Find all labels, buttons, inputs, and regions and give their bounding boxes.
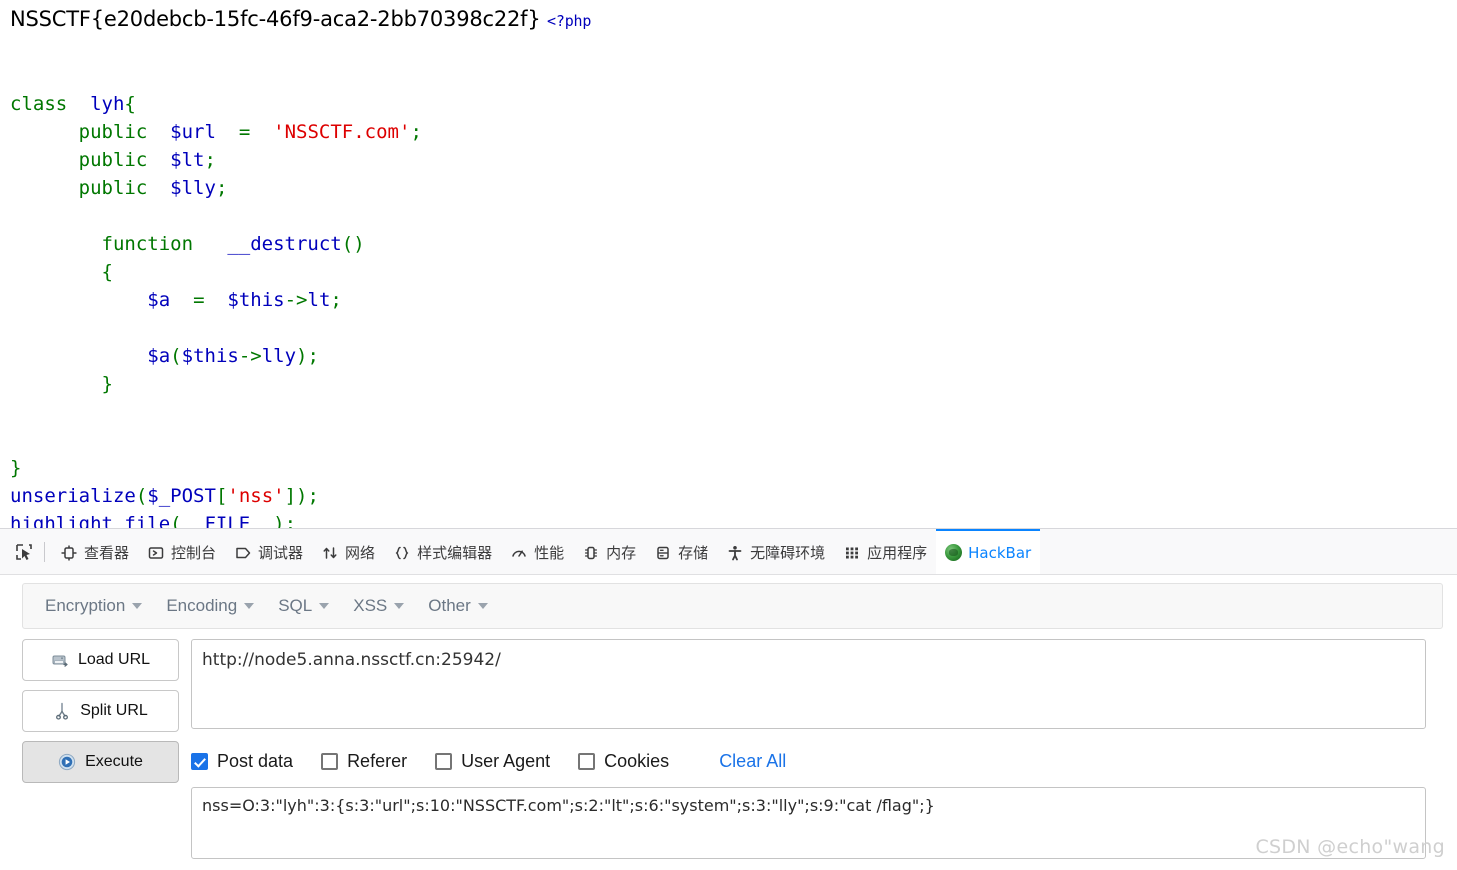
tab-label: 样式编辑器 bbox=[417, 544, 493, 562]
option-label: User Agent bbox=[461, 750, 551, 771]
split-url-button[interactable]: Split URL bbox=[22, 690, 179, 732]
tab-label: 无障碍环境 bbox=[750, 544, 826, 562]
button-label: Execute bbox=[85, 753, 143, 770]
option-label: Referer bbox=[347, 750, 408, 771]
chevron-down-icon bbox=[132, 603, 143, 609]
chevron-down-icon bbox=[319, 603, 330, 609]
tab-debugger[interactable]: 调试器 bbox=[225, 529, 312, 574]
checkbox-post-data[interactable] bbox=[191, 752, 208, 770]
flag-line: NSSCTF{e20debcb-15fc-46f9-aca2-2bb70398c… bbox=[10, 7, 591, 31]
style-editor-icon bbox=[393, 544, 411, 562]
play-circle-icon bbox=[58, 753, 76, 771]
tab-network[interactable]: 网络 bbox=[312, 529, 384, 574]
tab-accessibility[interactable]: 无障碍环境 bbox=[717, 529, 834, 574]
console-icon bbox=[147, 544, 165, 562]
devtools-tabbar: 查看器 控制台 调试器 网络 样式编辑器 性能 内存 存储 无障碍环境 应用程序… bbox=[0, 529, 1457, 575]
tab-inspector[interactable]: 查看器 bbox=[51, 529, 138, 574]
tab-memory[interactable]: 内存 bbox=[573, 529, 645, 574]
tab-label: 调试器 bbox=[258, 544, 304, 562]
application-icon bbox=[843, 544, 861, 562]
chevron-down-icon bbox=[244, 603, 255, 609]
option-label: Post data bbox=[217, 750, 294, 771]
checkbox-referer[interactable] bbox=[321, 752, 339, 770]
php-open-tag: <?php bbox=[547, 12, 592, 30]
php-code-block: class lyh{ public $url = 'NSSCTF.com'; p… bbox=[10, 93, 422, 528]
menu-label: Encryption bbox=[45, 596, 126, 615]
tab-style-editor[interactable]: 样式编辑器 bbox=[384, 529, 501, 574]
tab-storage[interactable]: 存储 bbox=[645, 529, 717, 574]
toolbar-divider bbox=[44, 541, 45, 562]
tab-label: HackBar bbox=[968, 543, 1032, 562]
button-label: Load URL bbox=[77, 651, 151, 668]
menu-label: SQL bbox=[278, 596, 313, 615]
menu-encoding[interactable]: Encoding bbox=[154, 590, 266, 622]
element-picker-icon[interactable] bbox=[8, 537, 40, 567]
option-referer[interactable]: Referer bbox=[321, 751, 407, 772]
menu-label: Encoding bbox=[166, 596, 238, 615]
hackbar-body: Load URL Split URL Execute http://node5.… bbox=[0, 639, 1457, 859]
php-source-output: NSSCTF{e20debcb-15fc-46f9-aca2-2bb70398c… bbox=[0, 0, 1457, 528]
url-input[interactable] bbox=[191, 639, 1426, 729]
hackbar-icon bbox=[945, 544, 963, 561]
inspector-icon bbox=[60, 544, 78, 562]
hackbar-fields: Post data Referer User Agent Coo bbox=[191, 639, 1457, 859]
load-url-button[interactable]: Load URL bbox=[22, 639, 179, 681]
clear-all-link[interactable]: Clear All bbox=[719, 751, 786, 772]
chevron-down-icon bbox=[477, 603, 488, 609]
menu-label: XSS bbox=[353, 596, 388, 615]
button-label: Split URL bbox=[80, 702, 148, 719]
devtools-panel: 查看器 控制台 调试器 网络 样式编辑器 性能 内存 存储 无障碍环境 应用程序… bbox=[0, 528, 1457, 870]
scissors-icon bbox=[53, 702, 71, 720]
tab-label: 查看器 bbox=[84, 544, 130, 562]
accessibility-icon bbox=[726, 544, 744, 562]
option-post-data[interactable]: Post data bbox=[191, 751, 293, 772]
network-icon bbox=[321, 544, 339, 562]
menu-other[interactable]: Other bbox=[416, 590, 500, 622]
hackbar-panel: Encryption Encoding SQL XSS Other Load U… bbox=[0, 575, 1457, 870]
tab-label: 应用程序 bbox=[867, 544, 928, 562]
performance-icon bbox=[510, 544, 528, 562]
hackbar-action-buttons: Load URL Split URL Execute bbox=[22, 639, 191, 859]
tab-console[interactable]: 控制台 bbox=[138, 529, 225, 574]
flag-text: NSSCTF{e20debcb-15fc-46f9-aca2-2bb70398c… bbox=[10, 7, 541, 31]
menu-xss[interactable]: XSS bbox=[341, 590, 416, 622]
menu-encryption[interactable]: Encryption bbox=[33, 590, 154, 622]
memory-icon bbox=[582, 544, 600, 562]
tab-label: 存储 bbox=[678, 544, 709, 562]
debugger-icon bbox=[234, 544, 252, 562]
tab-label: 网络 bbox=[345, 544, 376, 562]
tab-label: 内存 bbox=[606, 544, 637, 562]
storage-icon bbox=[654, 544, 672, 562]
tab-application[interactable]: 应用程序 bbox=[834, 529, 936, 574]
tab-hackbar[interactable]: HackBar bbox=[936, 529, 1041, 574]
tab-label: 性能 bbox=[534, 544, 565, 562]
checkbox-user-agent[interactable] bbox=[435, 752, 453, 770]
drive-load-icon bbox=[51, 651, 69, 669]
tab-label: 控制台 bbox=[171, 544, 217, 562]
tab-performance[interactable]: 性能 bbox=[501, 529, 573, 574]
option-cookies[interactable]: Cookies bbox=[578, 751, 669, 772]
menu-sql[interactable]: SQL bbox=[266, 590, 341, 622]
menu-label: Other bbox=[428, 596, 471, 615]
post-data-input[interactable] bbox=[191, 787, 1426, 859]
hackbar-options-row: Post data Referer User Agent Cookies Cle… bbox=[191, 729, 1457, 785]
browser-window: NSSCTF{e20debcb-15fc-46f9-aca2-2bb70398c… bbox=[0, 0, 1457, 870]
checkbox-cookies[interactable] bbox=[578, 752, 596, 770]
execute-button[interactable]: Execute bbox=[22, 741, 179, 783]
hackbar-menubar: Encryption Encoding SQL XSS Other bbox=[22, 583, 1443, 629]
option-label: Cookies bbox=[604, 750, 670, 771]
option-user-agent[interactable]: User Agent bbox=[435, 751, 550, 772]
chevron-down-icon bbox=[394, 603, 405, 609]
